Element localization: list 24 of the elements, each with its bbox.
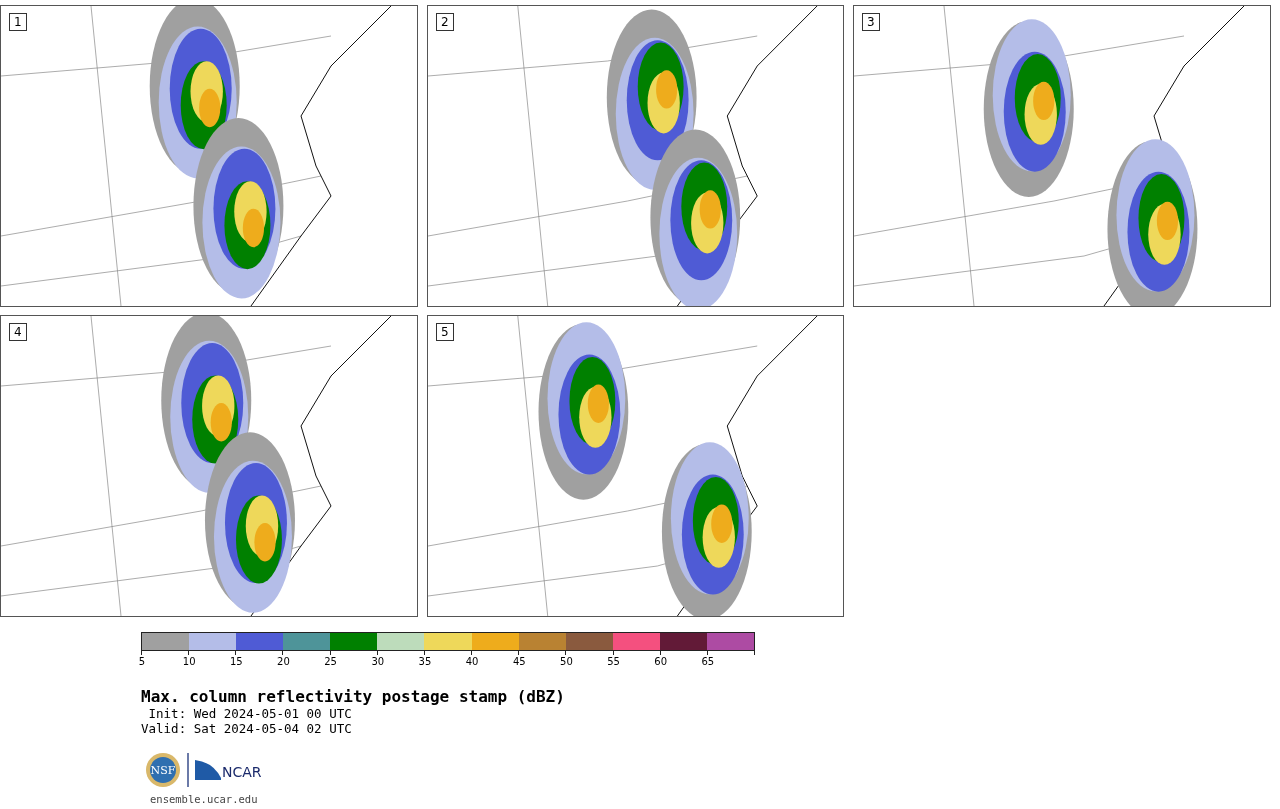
tick-label: 60 <box>654 656 668 667</box>
tick-label: 10 <box>182 656 196 667</box>
valid-time: Valid: Sat 2024-05-04 02 UTC <box>141 721 353 736</box>
tick-label: 20 <box>277 656 290 667</box>
panel-number: 2 <box>436 13 454 31</box>
tick-label: 35 <box>418 656 432 667</box>
tick-label: 5 <box>138 656 146 667</box>
nsf-logo: NSF <box>145 752 181 788</box>
tick-label: 30 <box>371 656 385 667</box>
tick-label: 15 <box>229 656 243 667</box>
panel-number: 3 <box>862 13 880 31</box>
tick-label: 40 <box>465 656 479 667</box>
panel-number: 5 <box>436 323 454 341</box>
tick-label: 45 <box>512 656 526 667</box>
tick-label: 25 <box>324 656 337 667</box>
tick-label: 50 <box>560 656 573 667</box>
init-time: Init: Wed 2024-05-01 00 UTC <box>147 706 353 721</box>
panel-number: 4 <box>9 323 27 341</box>
tick-label: 65 <box>701 656 715 667</box>
chart-title: Max. column reflectivity postage stamp (dBZ) <box>141 687 566 706</box>
ncar-logo: NCAR <box>195 760 262 780</box>
tick-label: 55 <box>607 656 620 667</box>
website-link[interactable]: ensemble.ucar.edu <box>150 793 1280 805</box>
panel-number: 1 <box>9 13 27 31</box>
